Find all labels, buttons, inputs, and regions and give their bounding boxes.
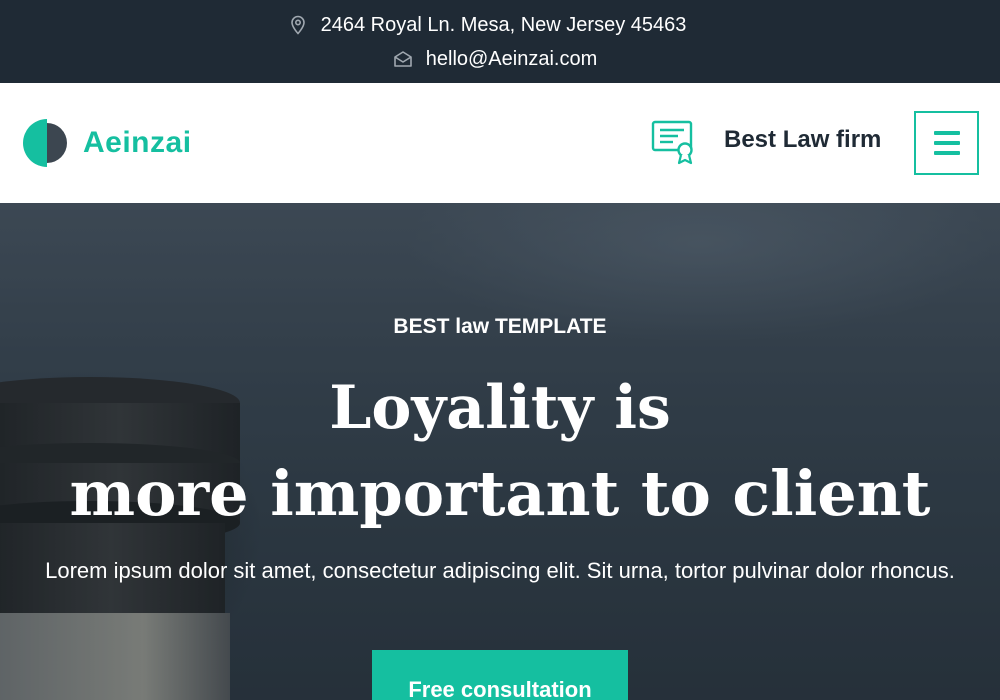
award-label: Best Law firm [724, 126, 882, 153]
menu-line [933, 141, 960, 145]
address-row: 2464 Royal Ln. Mesa, New Jersey 45463 [0, 11, 1000, 39]
hero-description: Lorem ipsum dolor sit amet, consectetur … [45, 558, 955, 583]
hero-overlay [0, 203, 1000, 700]
logo-mark-icon [23, 119, 67, 167]
email-row: hello@Aeinzai.com [0, 45, 1000, 73]
top-info-bar: 2464 Royal Ln. Mesa, New Jersey 45463 he… [0, 0, 1000, 83]
location-pin-icon [288, 15, 308, 35]
hamburger-menu-button[interactable] [914, 111, 979, 175]
logo-text: Aeinzai [83, 126, 192, 159]
menu-line [933, 151, 960, 155]
hero-section: BEST law TEMPLATE Loyality is more impor… [0, 203, 1000, 700]
menu-line [933, 131, 960, 135]
logo[interactable]: Aeinzai [20, 115, 192, 171]
address-text: 2464 Royal Ln. Mesa, New Jersey 45463 [320, 13, 687, 36]
email-link[interactable]: hello@Aeinzai.com [426, 48, 598, 71]
hero-eyebrow: BEST law TEMPLATE [393, 315, 607, 338]
site-header: Aeinzai Best Law firm [0, 83, 1000, 203]
free-consultation-button[interactable]: Free consultation [372, 650, 628, 700]
envelope-icon [393, 49, 413, 69]
hero-title-line-1: Loyality is [329, 373, 671, 443]
certificate-icon [651, 120, 693, 165]
hero-title-line-2: more important to client [69, 457, 931, 530]
